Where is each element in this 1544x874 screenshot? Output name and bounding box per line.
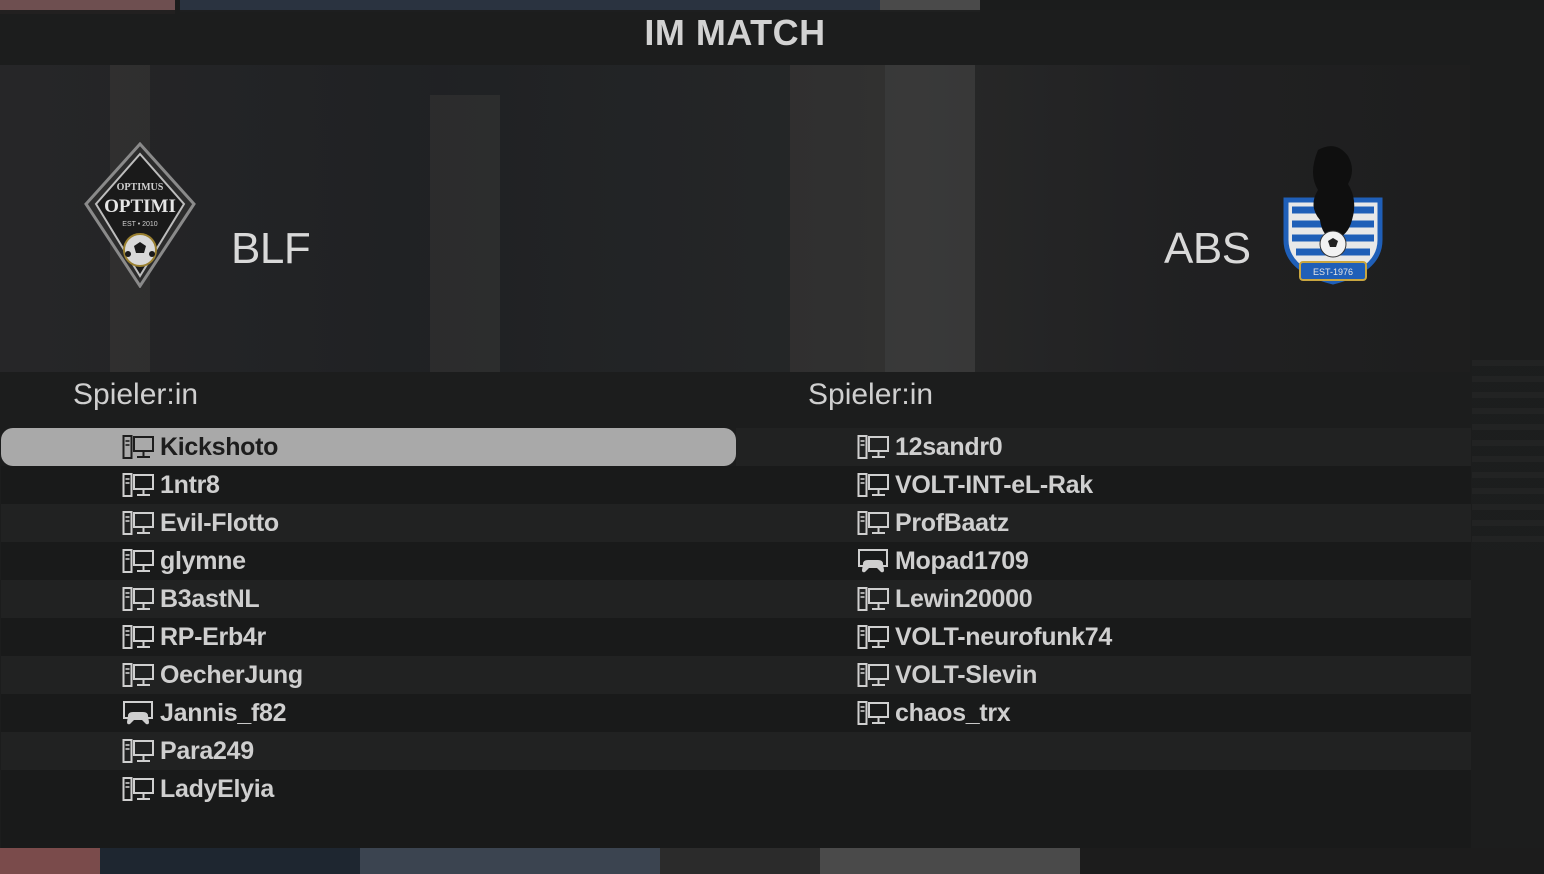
home-team-crest-icon: OPTIMUS OPTIMI EST • 2010 xyxy=(84,141,196,289)
pc-icon xyxy=(122,776,154,802)
console-icon xyxy=(857,548,889,574)
away-player-row[interactable]: VOLT-Slevin xyxy=(736,656,1471,694)
player-name: Lewin20000 xyxy=(895,584,1033,613)
empty-row xyxy=(736,770,1471,808)
page-title: IM MATCH xyxy=(644,12,826,53)
away-player-row[interactable]: chaos_trx xyxy=(736,694,1471,732)
list-footer xyxy=(1,808,736,848)
crest-text-est: EST • 2010 xyxy=(122,221,158,228)
away-player-list: 12sandr0 VOLT-INT-eL-Rak ProfBaatz Mopad170… xyxy=(736,428,1471,848)
home-player-row[interactable]: Evil-Flotto xyxy=(1,504,736,542)
player-name: Para249 xyxy=(160,736,254,765)
home-player-row[interactable]: OecherJung xyxy=(1,656,736,694)
pc-icon xyxy=(122,434,154,460)
pc-icon xyxy=(122,586,154,612)
player-name: chaos_trx xyxy=(895,698,1011,727)
away-team-name: ABS xyxy=(1164,224,1251,273)
away-players-header: Spieler:in xyxy=(808,378,934,411)
player-name: VOLT-INT-eL-Rak xyxy=(895,470,1093,499)
player-name: Kickshoto xyxy=(160,432,279,461)
empty-row xyxy=(736,732,1471,770)
home-player-row[interactable]: B3astNL xyxy=(1,580,736,618)
home-player-row[interactable]: glymne xyxy=(1,542,736,580)
player-name: glymne xyxy=(160,546,246,575)
player-name: RP-Erb4r xyxy=(160,622,266,651)
pc-icon xyxy=(122,548,154,574)
player-name: ProfBaatz xyxy=(895,508,1009,537)
away-player-row[interactable]: ProfBaatz xyxy=(736,504,1471,542)
player-name: B3astNL xyxy=(160,584,260,613)
home-player-row[interactable]: RP-Erb4r xyxy=(1,618,736,656)
player-name: 1ntr8 xyxy=(160,470,220,499)
pc-icon xyxy=(122,510,154,536)
pc-icon xyxy=(857,624,889,650)
pc-icon xyxy=(122,624,154,650)
home-player-row[interactable]: 1ntr8 xyxy=(1,466,736,504)
pc-icon xyxy=(857,700,889,726)
crest-text-main: OPTIMI xyxy=(104,196,176,217)
pc-icon xyxy=(857,510,889,536)
away-team-crest-icon: EST-1976 xyxy=(1278,140,1388,288)
home-player-row[interactable]: Kickshoto xyxy=(1,428,736,466)
home-player-list: Kickshoto 1ntr8 Evil-Flotto glymne B3astNL RP… xyxy=(1,428,736,848)
pc-icon xyxy=(857,586,889,612)
away-player-row[interactable]: VOLT-INT-eL-Rak xyxy=(736,466,1471,504)
player-name: VOLT-neurofunk74 xyxy=(895,622,1112,651)
player-name: Jannis_f82 xyxy=(160,698,287,727)
player-name: Evil-Flotto xyxy=(160,508,279,537)
crest-text-est: EST-1976 xyxy=(1313,267,1353,277)
player-name: Mopad1709 xyxy=(895,546,1029,575)
home-player-row[interactable]: Para249 xyxy=(1,732,736,770)
team-banner xyxy=(0,65,1470,372)
pc-icon xyxy=(857,662,889,688)
pc-icon xyxy=(857,472,889,498)
away-player-row[interactable]: 12sandr0 xyxy=(736,428,1471,466)
away-player-row[interactable]: Mopad1709 xyxy=(736,542,1471,580)
pc-icon xyxy=(122,662,154,688)
home-player-row[interactable]: LadyElyia xyxy=(1,770,736,808)
player-name: OecherJung xyxy=(160,660,303,689)
home-players-header: Spieler:in xyxy=(73,378,199,411)
player-name: 12sandr0 xyxy=(895,432,1003,461)
pc-icon xyxy=(857,434,889,460)
away-player-row[interactable]: VOLT-neurofunk74 xyxy=(736,618,1471,656)
player-name: LadyElyia xyxy=(160,774,275,803)
home-team-name: BLF xyxy=(231,224,311,273)
away-player-row[interactable]: Lewin20000 xyxy=(736,580,1471,618)
pc-icon xyxy=(122,738,154,764)
crest-text-top: OPTIMUS xyxy=(117,182,164,193)
console-icon xyxy=(122,700,154,726)
list-footer xyxy=(736,808,1471,848)
home-player-row[interactable]: Jannis_f82 xyxy=(1,694,736,732)
pc-icon xyxy=(122,472,154,498)
player-name: VOLT-Slevin xyxy=(895,660,1038,689)
